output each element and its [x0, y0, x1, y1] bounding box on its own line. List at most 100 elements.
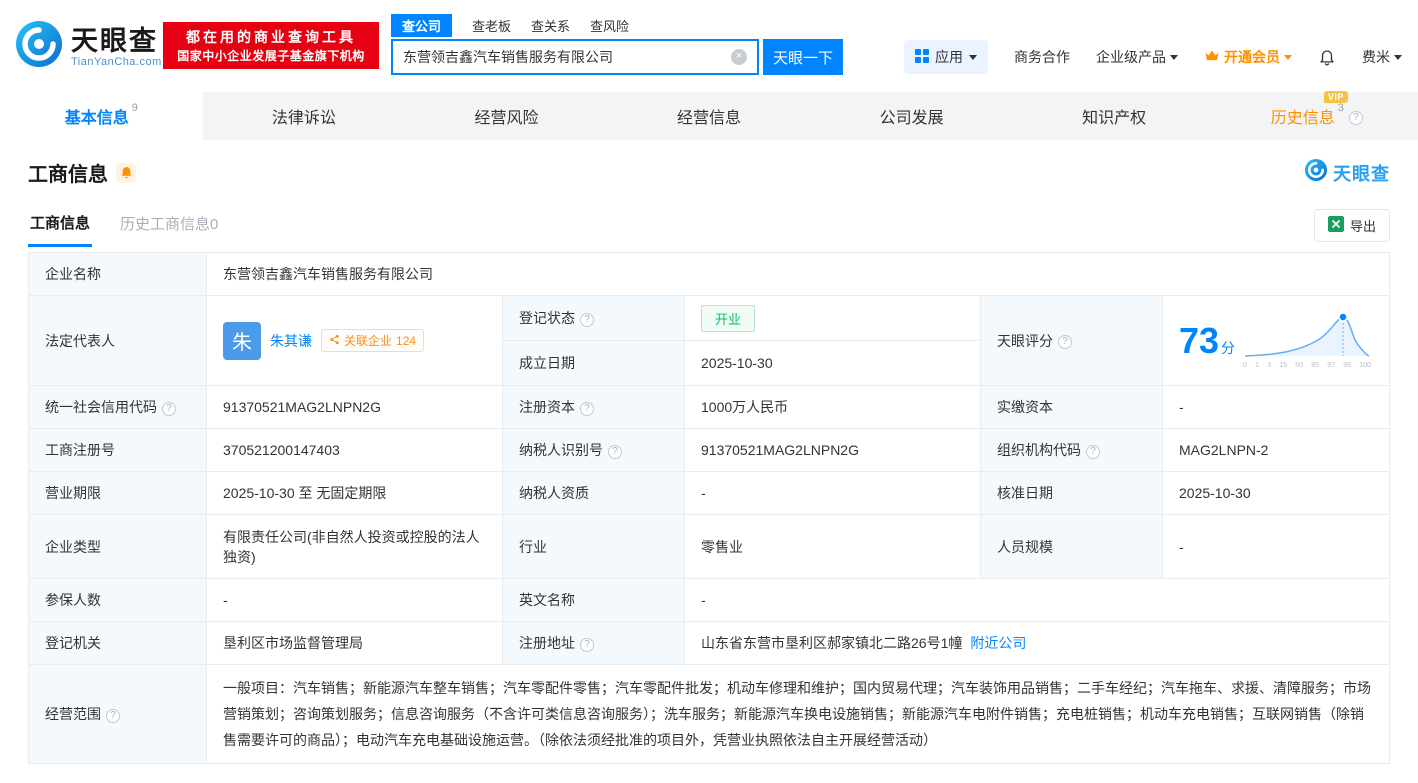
table-row: 企业名称 东营领吉鑫汽车销售服务有限公司: [29, 253, 1390, 296]
org-code-label: 组织机构代码?: [981, 429, 1163, 472]
reg-capital-label: 注册资本?: [503, 386, 685, 429]
tianyancha-logo[interactable]: 天眼查 TianYanCha.com: [14, 19, 162, 74]
tab-basic-info[interactable]: 基本信息9: [0, 92, 203, 140]
help-icon[interactable]: ?: [580, 313, 594, 327]
crown-icon: [1204, 49, 1220, 65]
top-navigation: 应用 商务合作 企业级产品 开通会员 费米: [904, 40, 1402, 74]
section-header: 工商信息 天眼查: [28, 158, 1390, 187]
tab-legal-proceedings[interactable]: 法律诉讼: [203, 92, 406, 140]
paid-capital-value: -: [1163, 386, 1390, 429]
section-title: 工商信息: [28, 158, 136, 187]
company-type-value: 有限责任公司(非自然人投资或控股的法人独资): [207, 515, 503, 579]
staff-size-label: 人员规模: [981, 515, 1163, 579]
cooperation-label: 商务合作: [1014, 47, 1070, 67]
user-menu[interactable]: 费米: [1362, 47, 1402, 67]
status-badge: 开业: [701, 305, 755, 332]
credit-code-label: 统一社会信用代码?: [29, 386, 207, 429]
company-type-label: 企业类型: [29, 515, 207, 579]
table-row: 营业期限 2025-10-30 至 无固定期限 纳税人资质 - 核准日期 202…: [29, 472, 1390, 515]
related-companies-chip[interactable]: 关联企业 124: [321, 329, 424, 352]
tab-operating-info[interactable]: 经营信息: [608, 92, 811, 140]
table-row: 企业类型 有限责任公司(非自然人投资或控股的法人独资) 行业 零售业 人员规模 …: [29, 515, 1390, 579]
tianyancha-watermark: 天眼查: [1304, 158, 1390, 187]
help-icon[interactable]: ?: [1058, 335, 1072, 349]
table-row: 参保人数 - 英文名称 -: [29, 579, 1390, 622]
search-area: 查公司 查老板 查关系 查风险 × 天眼一下: [391, 14, 843, 75]
apps-menu[interactable]: 应用: [904, 40, 988, 74]
legal-rep-value: 朱 朱其谦 关联企业 124: [207, 296, 503, 386]
vip-label: 开通会员: [1224, 47, 1280, 67]
export-button[interactable]: 导出: [1314, 209, 1390, 242]
subtab-business-info[interactable]: 工商信息: [28, 204, 92, 247]
search-button[interactable]: 天眼一下: [763, 39, 843, 75]
reg-status-value: 开业: [685, 296, 981, 341]
taxpayer-id-value: 91370521MAG2LNPN2G: [685, 429, 981, 472]
help-icon[interactable]: ?: [608, 445, 622, 459]
org-code-value: MAG2LNPN-2: [1163, 429, 1390, 472]
english-name-label: 英文名称: [503, 579, 685, 622]
taxpayer-quality-label: 纳税人资质: [503, 472, 685, 515]
search-input[interactable]: [393, 49, 731, 65]
legal-rep-avatar[interactable]: 朱: [223, 322, 261, 360]
legal-rep-label: 法定代表人: [29, 296, 207, 386]
reg-number-value: 370521200147403: [207, 429, 503, 472]
excel-icon: [1328, 216, 1344, 235]
approval-date-label: 核准日期: [981, 472, 1163, 515]
help-icon[interactable]: ?: [162, 402, 176, 416]
score-distribution-chart: 01 315 5085 9799 100: [1243, 312, 1373, 369]
score-axis: 01 315 5085 9799 100: [1243, 362, 1371, 369]
tab-intellectual-property[interactable]: 知识产权: [1013, 92, 1216, 140]
reg-status-label: 登记状态?: [503, 296, 685, 341]
insured-count-value: -: [207, 579, 503, 622]
subtab-bar: 工商信息 历史工商信息0 导出: [28, 205, 1390, 245]
clear-search-icon[interactable]: ×: [731, 49, 747, 65]
help-icon[interactable]: ?: [1349, 111, 1363, 125]
tianyancha-watermark-icon: [1304, 158, 1328, 187]
slogan-line2: 国家中小企业发展子基金旗下机构: [177, 47, 365, 65]
help-icon[interactable]: ?: [580, 638, 594, 652]
score-label: 天眼评分?: [981, 296, 1163, 386]
credit-code-value: 91370521MAG2LNPN2G: [207, 386, 503, 429]
reg-authority-value: 垦利区市场监督管理局: [207, 622, 503, 665]
chevron-down-icon: [1394, 55, 1402, 64]
chevron-down-icon: [969, 55, 977, 64]
tab-history-info[interactable]: 历史信息 3 VIP ?: [1215, 92, 1418, 140]
approval-date-value: 2025-10-30: [1163, 472, 1390, 515]
reg-number-label: 工商注册号: [29, 429, 207, 472]
tab-company-development[interactable]: 公司发展: [810, 92, 1013, 140]
search-tab-boss[interactable]: 查老板: [472, 16, 511, 35]
legal-rep-link[interactable]: 朱其谦: [270, 331, 312, 351]
monitor-bell-icon[interactable]: [116, 163, 136, 183]
brand-slogan-banner: 都在用的商业查询工具 国家中小企业发展子基金旗下机构: [163, 22, 379, 69]
reg-address-label: 注册地址?: [503, 622, 685, 665]
tab-operating-risk[interactable]: 经营风险: [405, 92, 608, 140]
notification-bell-icon[interactable]: [1318, 48, 1336, 66]
table-row: 统一社会信用代码? 91370521MAG2LNPN2G 注册资本? 1000万…: [29, 386, 1390, 429]
help-icon[interactable]: ?: [580, 402, 594, 416]
insured-count-label: 参保人数: [29, 579, 207, 622]
search-box: ×: [391, 39, 759, 75]
table-row: 工商注册号 370521200147403 纳税人识别号? 91370521MA…: [29, 429, 1390, 472]
username: 费米: [1362, 47, 1390, 67]
brand-domain: TianYanCha.com: [71, 56, 162, 68]
industry-value: 零售业: [685, 515, 981, 579]
business-cooperation-link[interactable]: 商务合作: [1014, 47, 1070, 67]
reg-capital-value: 1000万人民币: [685, 386, 981, 429]
search-tab-relation[interactable]: 查关系: [531, 16, 570, 35]
subtab-history-business-info[interactable]: 历史工商信息0: [118, 205, 220, 245]
help-icon[interactable]: ?: [106, 709, 120, 723]
open-vip-menu[interactable]: 开通会员: [1204, 47, 1292, 67]
enterprise-label: 企业级产品: [1096, 47, 1166, 67]
slogan-line1: 都在用的商业查询工具: [186, 27, 356, 47]
vip-badge: VIP: [1324, 91, 1348, 103]
nearby-companies-link[interactable]: 附近公司: [970, 635, 1026, 651]
apps-label: 应用: [935, 47, 963, 67]
chevron-down-icon: [1284, 55, 1292, 64]
search-tab-company[interactable]: 查公司: [391, 14, 452, 37]
table-row: 登记机关 垦利区市场监督管理局 注册地址? 山东省东营市垦利区郝家镇北二路26号…: [29, 622, 1390, 665]
enterprise-products-menu[interactable]: 企业级产品: [1096, 47, 1178, 67]
reg-address-value: 山东省东营市垦利区郝家镇北二路26号1幢附近公司: [685, 622, 1390, 665]
company-name-value: 东营领吉鑫汽车销售服务有限公司: [207, 253, 1390, 296]
help-icon[interactable]: ?: [1086, 445, 1100, 459]
search-tab-risk[interactable]: 查风险: [590, 16, 629, 35]
